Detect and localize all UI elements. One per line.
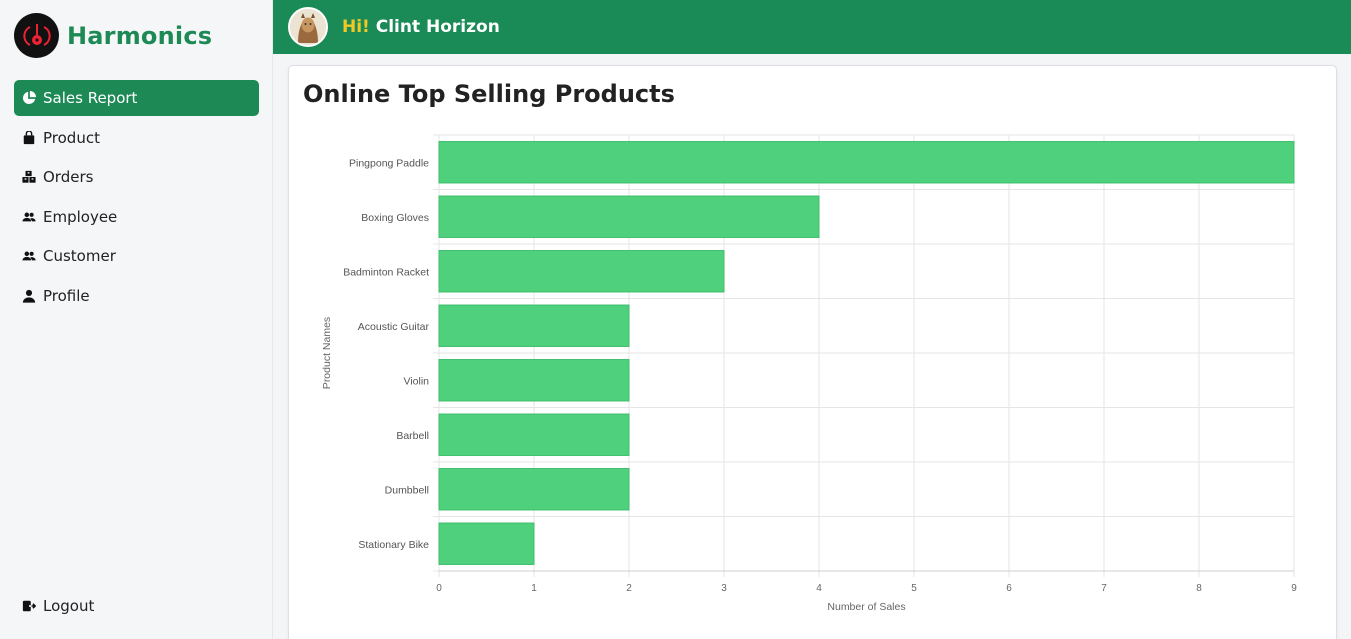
sidebar-item-label: Profile (43, 286, 90, 305)
category-label: Stationary Bike (358, 539, 429, 551)
sidebar-item-employee[interactable]: Employee (14, 199, 259, 235)
logout-button[interactable]: Logout (22, 597, 94, 615)
sidebar-item-label: Product (43, 128, 100, 147)
x-tick-label: 8 (1196, 583, 1202, 594)
x-tick-label: 4 (816, 583, 822, 594)
bar (438, 195, 820, 238)
sidebar-item-profile[interactable]: Profile (14, 278, 259, 314)
users-icon (22, 249, 36, 263)
bag-icon (22, 130, 36, 145)
sidebar-item-customer[interactable]: Customer (14, 238, 259, 274)
y-axis-title: Product Names (321, 317, 333, 389)
brand[interactable]: Harmonics (14, 13, 212, 58)
x-tick-label: 0 (436, 583, 442, 594)
x-tick-label: 6 (1006, 583, 1012, 594)
bar (438, 359, 630, 402)
bar (438, 304, 630, 347)
bar (438, 413, 630, 456)
sidebar-item-label: Sales Report (43, 89, 138, 107)
sidebar-item-orders[interactable]: Orders (14, 159, 259, 195)
sidebar-item-sales-report[interactable]: Sales Report (14, 80, 259, 116)
users-icon (22, 210, 36, 224)
guitar-logo-icon (14, 13, 59, 58)
bar (438, 250, 725, 293)
logout-icon (22, 599, 36, 613)
category-label: Acoustic Guitar (358, 321, 430, 333)
category-label: Pingpong Paddle (349, 157, 429, 169)
x-tick-label: 2 (626, 583, 632, 594)
category-label: Violin (404, 375, 430, 387)
greeting-hi: Hi! (342, 17, 370, 37)
x-tick-label: 1 (531, 583, 537, 594)
x-tick-label: 9 (1291, 583, 1297, 594)
sidebar-item-label: Customer (43, 247, 116, 265)
greeting: Hi! Clint Horizon (342, 17, 500, 37)
category-label: Dumbbell (385, 484, 429, 496)
sidebar-item-label: Employee (43, 207, 118, 226)
sidebar-nav: Sales Report Product Orders Employee Cus… (14, 80, 259, 317)
category-label: Barbell (396, 430, 429, 442)
category-label: Badminton Racket (343, 266, 429, 278)
sidebar-item-label: Orders (43, 168, 94, 186)
x-axis-title: Number of Sales (827, 601, 905, 613)
pie-chart-icon (22, 91, 36, 105)
category-label: Boxing Gloves (361, 212, 429, 224)
user-name: Clint Horizon (375, 17, 500, 37)
brand-name: Harmonics (67, 21, 213, 50)
sidebar-item-product[interactable]: Product (14, 120, 259, 156)
sales-report-card: Online Top Selling Products 0 1 2 3 4 5 6 7 8 9 Pi… (288, 65, 1337, 639)
bar (438, 141, 1295, 184)
x-tick-label: 5 (911, 583, 917, 594)
boxes-icon (22, 170, 36, 184)
x-tick-label: 7 (1101, 583, 1107, 594)
sidebar: Harmonics Sales Report Product Orders Em… (0, 0, 273, 639)
sales-bar-chart: 0 1 2 3 4 5 6 7 8 9 Pingpong Paddle Boxing Gloves Ba… (321, 134, 1297, 613)
x-tick-label: 3 (721, 583, 727, 594)
logout-label: Logout (43, 597, 95, 615)
person-icon (22, 289, 36, 303)
top-header: Hi! Clint Horizon (273, 0, 1351, 54)
bar (438, 522, 535, 565)
bar (438, 468, 630, 511)
avatar[interactable] (288, 7, 328, 47)
